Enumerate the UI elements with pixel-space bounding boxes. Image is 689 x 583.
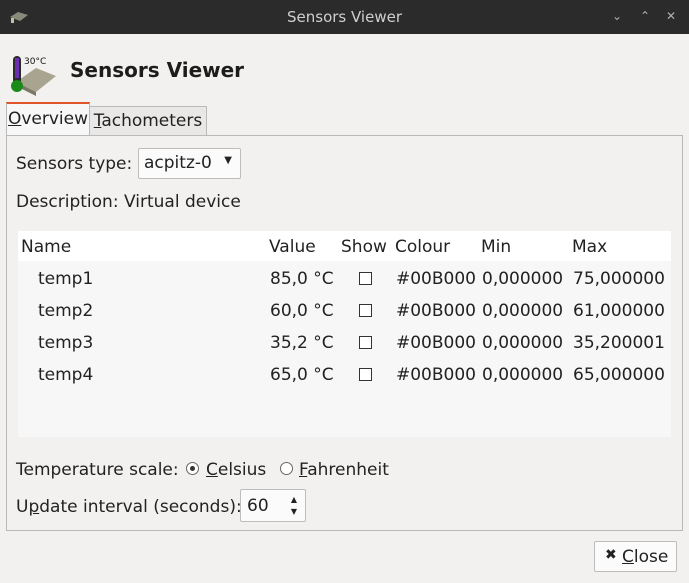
tab-tachometers-label: achometers: [101, 111, 203, 131]
row-colour[interactable]: #00B000: [396, 269, 476, 289]
celsius-text: elsius: [217, 460, 267, 480]
close-button[interactable]: ✖ Close: [594, 541, 677, 572]
show-checkbox[interactable]: [359, 272, 372, 285]
row-value: 60,0 °C: [270, 301, 334, 321]
row-max[interactable]: 61,000000: [573, 301, 665, 321]
dropdown-arrow-icon: ▼: [224, 155, 232, 166]
row-max[interactable]: 35,200001: [573, 333, 665, 353]
close-window-icon[interactable]: ✕: [661, 6, 681, 26]
fahrenheit-label[interactable]: Fahrenheit: [299, 460, 389, 480]
temperature-scale-label: Temperature scale:: [16, 460, 179, 480]
row-colour[interactable]: #00B000: [396, 333, 476, 353]
show-checkbox[interactable]: [359, 368, 372, 381]
row-value: 65,0 °C: [270, 365, 334, 385]
close-icon: ✖: [605, 547, 617, 563]
celsius-label[interactable]: Celsius: [206, 460, 266, 480]
col-value[interactable]: Value: [269, 237, 316, 257]
row-min[interactable]: 0,000000: [482, 269, 563, 289]
celsius-radio[interactable]: [186, 462, 199, 475]
row-colour[interactable]: #00B000: [396, 365, 476, 385]
update-interval-spinbox[interactable]: 60 ▲ ▼: [240, 489, 306, 522]
table-row[interactable]: temp1 85,0 °C #00B000 0,000000 75,000000: [18, 263, 671, 295]
row-name: temp2: [38, 301, 94, 321]
row-name: temp1: [38, 269, 94, 289]
update-interval-rest: date interval (seconds):: [39, 497, 242, 517]
spin-down-icon[interactable]: ▼: [291, 508, 297, 516]
col-max[interactable]: Max: [572, 237, 607, 257]
spin-up-icon[interactable]: ▲: [291, 496, 297, 504]
row-min[interactable]: 0,000000: [482, 365, 563, 385]
sensors-type-label: Sensors type:: [16, 154, 133, 174]
minimize-icon[interactable]: ⌄: [607, 6, 627, 26]
fahrenheit-text: ahrenheit: [307, 460, 389, 480]
fahrenheit-radio[interactable]: [280, 462, 293, 475]
col-colour[interactable]: Colour: [395, 237, 450, 257]
row-max[interactable]: 65,000000: [573, 365, 665, 385]
row-min[interactable]: 0,000000: [482, 301, 563, 321]
window-title: Sensors Viewer: [287, 8, 402, 26]
celsius-mnemonic: C: [206, 460, 218, 480]
tab-overview-label: verview: [21, 109, 89, 129]
row-colour[interactable]: #00B000: [396, 301, 476, 321]
col-name[interactable]: Name: [21, 237, 71, 257]
update-interval-value[interactable]: 60: [247, 496, 269, 516]
tab-overview[interactable]: Overview: [6, 102, 90, 136]
table-header: Name Value Show Colour Min Max: [18, 231, 671, 261]
update-interval-label: Update interval (seconds):: [16, 497, 242, 517]
update-interval-mnemonic: p: [28, 497, 40, 517]
sensors-type-combo[interactable]: acpitz-0 ▼: [138, 148, 241, 179]
tab-tachometers[interactable]: Tachometers: [89, 106, 207, 136]
table-row[interactable]: temp4 65,0 °C #00B000 0,000000 65,000000: [18, 359, 671, 391]
row-name: temp4: [38, 365, 94, 385]
row-value: 35,2 °C: [270, 333, 334, 353]
page-title: Sensors Viewer: [70, 58, 245, 82]
close-button-label: Close: [622, 547, 669, 567]
row-max[interactable]: 75,000000: [573, 269, 665, 289]
row-name: temp3: [38, 333, 94, 353]
window-titlebar[interactable]: Sensors Viewer ⌄ ⌃ ✕: [0, 0, 689, 34]
dialog-header: 30°C Sensors Viewer: [0, 34, 689, 102]
col-min[interactable]: Min: [481, 237, 511, 257]
description-label: Description:: [16, 192, 119, 212]
update-interval-pre: U: [16, 497, 29, 517]
sensors-table[interactable]: Name Value Show Colour Min Max temp1 85,…: [18, 231, 671, 437]
show-checkbox[interactable]: [359, 304, 372, 317]
col-show[interactable]: Show: [341, 237, 387, 257]
table-row[interactable]: temp2 60,0 °C #00B000 0,000000 61,000000: [18, 295, 671, 327]
table-row[interactable]: temp3 35,2 °C #00B000 0,000000 35,200001: [18, 327, 671, 359]
sensors-type-value: acpitz-0: [144, 153, 212, 173]
sensors-logo-icon: 30°C: [11, 56, 56, 96]
fahrenheit-mnemonic: F: [299, 460, 308, 480]
row-value: 85,0 °C: [270, 269, 334, 289]
tab-overview-mnemonic: O: [7, 109, 22, 129]
description-value: Virtual device: [124, 192, 241, 212]
show-checkbox[interactable]: [359, 336, 372, 349]
logo-text: 30°C: [24, 57, 46, 67]
row-min[interactable]: 0,000000: [482, 333, 563, 353]
maximize-icon[interactable]: ⌃: [635, 6, 655, 26]
